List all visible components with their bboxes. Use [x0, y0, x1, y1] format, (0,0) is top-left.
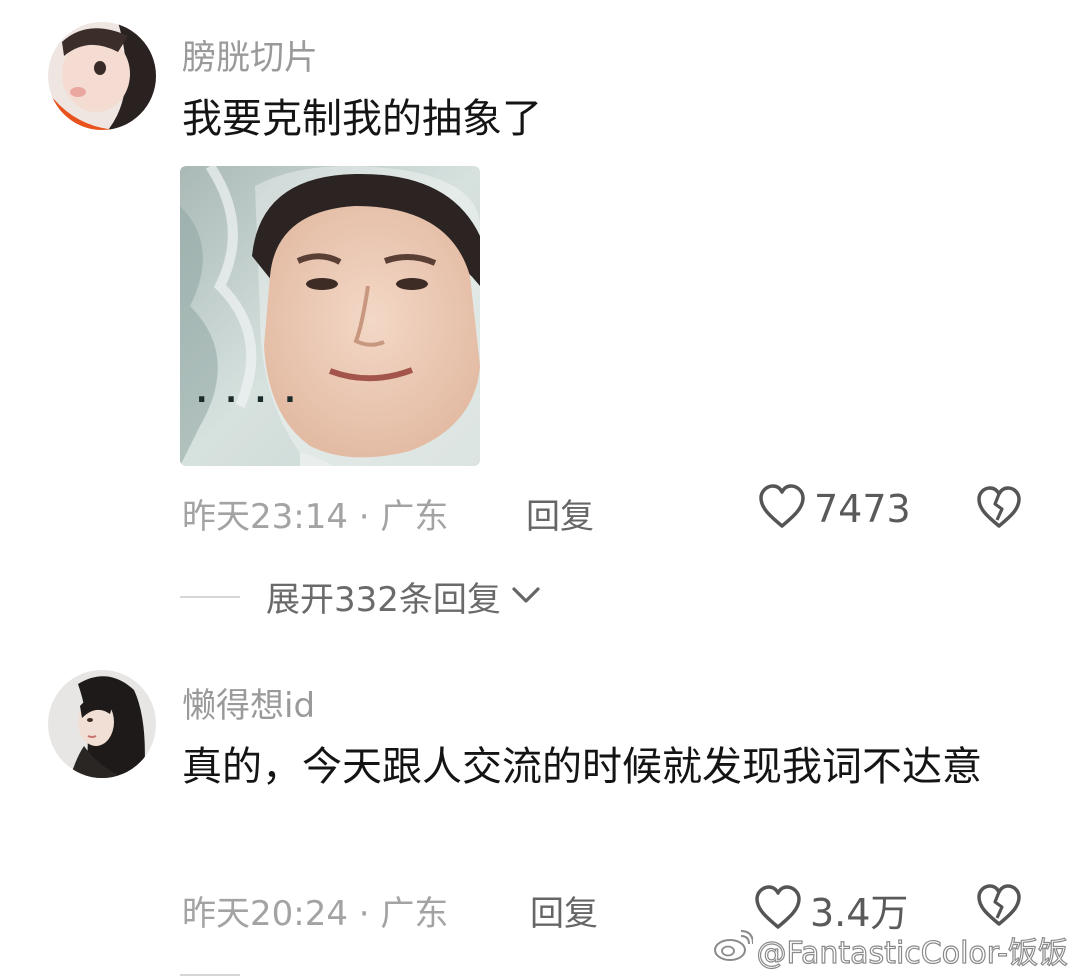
divider-line: [180, 595, 240, 598]
username[interactable]: 膀胱切片: [182, 30, 318, 79]
comment-text: 我要克制我的抽象了: [182, 96, 542, 142]
like-count: 7473: [814, 487, 911, 531]
reply-button[interactable]: 回复: [530, 886, 598, 935]
comment-item: 懒得想id 真的，今天跟人交流的时候就发现我词不达意 昨天20:24 · 广东 …: [0, 640, 1080, 977]
comment-sticker-image[interactable]: ....: [180, 166, 480, 466]
heart-icon: [758, 484, 806, 534]
watermark: @FantasticColor-饭饭: [713, 928, 1069, 972]
watermark-text: @FantasticColor-饭饭: [756, 935, 1069, 971]
heart-icon: [754, 884, 802, 935]
username[interactable]: 懒得想id: [182, 678, 315, 727]
reply-button[interactable]: 回复: [526, 489, 594, 538]
comment-meta: 昨天20:24 · 广东: [182, 894, 449, 934]
divider-line: [180, 974, 240, 976]
like-button[interactable]: 7473: [758, 484, 911, 534]
chevron-down-icon: [511, 585, 541, 609]
expand-replies-button[interactable]: 展开332条回复: [180, 572, 541, 621]
sticker-caption: ....: [196, 375, 314, 410]
comment-item: 膀胱切片 我要克制我的抽象了 .... 昨天23:14 · 广东 回复 7473…: [0, 0, 1080, 640]
weibo-logo-icon: [713, 930, 754, 970]
broken-heart-icon: [976, 486, 1022, 534]
avatar[interactable]: [48, 22, 156, 130]
avatar[interactable]: [48, 670, 156, 778]
comment-text: 真的，今天跟人交流的时候就发现我词不达意: [182, 744, 982, 790]
comment-meta: 昨天23:14 · 广东: [182, 497, 449, 537]
dislike-button[interactable]: [976, 486, 1022, 534]
dislike-button[interactable]: [976, 884, 1022, 932]
expand-replies-label: 展开332条回复: [266, 580, 501, 620]
